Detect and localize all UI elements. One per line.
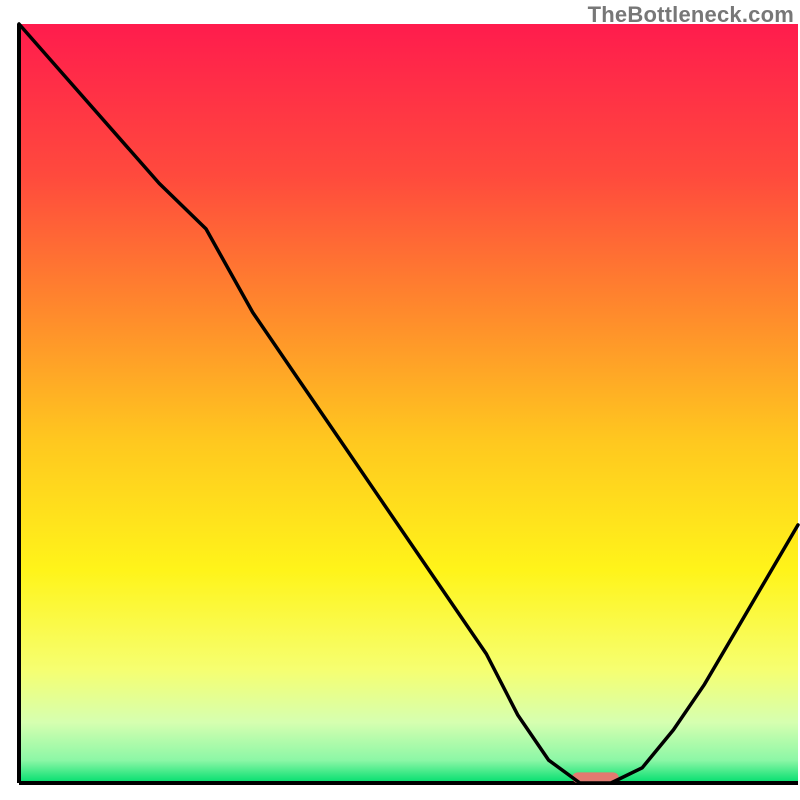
chart-svg — [0, 0, 800, 800]
watermark-text: TheBottleneck.com — [588, 2, 794, 28]
plot-background — [19, 24, 798, 783]
chart-container: TheBottleneck.com — [0, 0, 800, 800]
